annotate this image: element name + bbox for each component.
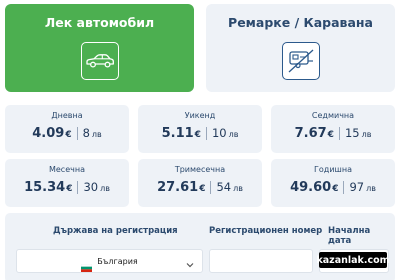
watermark-logo: kazanlak.com [316,252,390,268]
euro-symbol: € [194,130,201,140]
price-period-label: Тримесечна [174,165,226,174]
chevron-down-icon [185,255,195,274]
vehicle-type-caravan-label: Ремарке / Каравана [228,15,373,30]
price-eur-value: 27.61 [157,180,199,195]
country-label: Държава на регистрация [53,226,178,236]
price-bgn-value: 10 [211,126,227,140]
vehicle-type-car-card[interactable]: Лек автомобил [5,4,194,92]
vehicle-type-caravan-card[interactable]: Ремарке / Каравана [206,4,395,92]
price-period-label: Уикенд [184,111,216,120]
lev-symbol: лв [233,184,243,193]
lev-symbol: лв [361,130,372,139]
price-divider [338,127,340,140]
price-eur-value: 4.09 [32,126,65,141]
price-period-label: Дневна [51,111,83,120]
price-divider [343,181,345,194]
price-bgn-value: 54 [216,180,232,194]
bulgaria-flag-icon [81,257,93,272]
price-card-quarterly[interactable]: Тримесечна 27.61 € 54 лв [138,159,262,207]
euro-symbol: € [199,184,206,194]
plate-number-input[interactable] [209,249,313,273]
price-period-label: Годишна [314,165,352,174]
price-card-yearly[interactable]: Годишна 49.60 € 97 лв [271,159,395,207]
car-icon [80,42,119,80]
country-select-value: България [97,256,138,266]
registration-panel: Държава на регистрация Регистрационен но… [5,213,395,280]
price-bgn-value: 30 [83,180,99,194]
price-bgn-value: 15 [344,126,360,140]
lev-symbol: лв [228,130,239,139]
price-eur-value: 7.67 [294,126,327,141]
country-select[interactable]: България [16,249,203,273]
price-card-weekly[interactable]: Седмична 7.67 € 15 лв [271,105,395,153]
price-divider [77,181,79,194]
price-eur-value: 15.34 [24,180,66,195]
price-bgn-value: 8 [82,126,90,140]
euro-symbol: € [327,130,334,140]
price-card-daily[interactable]: Дневна 4.09 € 8 лв [5,105,129,153]
price-bgn-value: 97 [349,180,365,194]
vehicle-type-car-label: Лек автомобил [44,15,155,30]
price-divider [76,127,78,140]
lev-symbol: лв [366,184,376,193]
lev-symbol: лв [91,130,102,139]
plate-label: Регистрационен номер [209,226,323,236]
start-date-label: Начална дата [328,226,371,246]
euro-symbol: € [66,184,73,194]
price-divider [205,127,207,140]
price-eur-value: 49.60 [290,180,332,195]
caravan-icon [281,42,320,80]
euro-symbol: € [65,130,72,140]
price-card-weekend[interactable]: Уикенд 5.11 € 10 лв [138,105,262,153]
price-period-label: Месечна [48,165,85,174]
euro-symbol: € [332,184,339,194]
price-eur-value: 5.11 [161,126,194,141]
lev-symbol: лв [100,184,110,193]
price-divider [210,181,212,194]
price-card-monthly[interactable]: Месечна 15.34 € 30 лв [5,159,129,207]
price-period-label: Седмична [311,111,355,120]
